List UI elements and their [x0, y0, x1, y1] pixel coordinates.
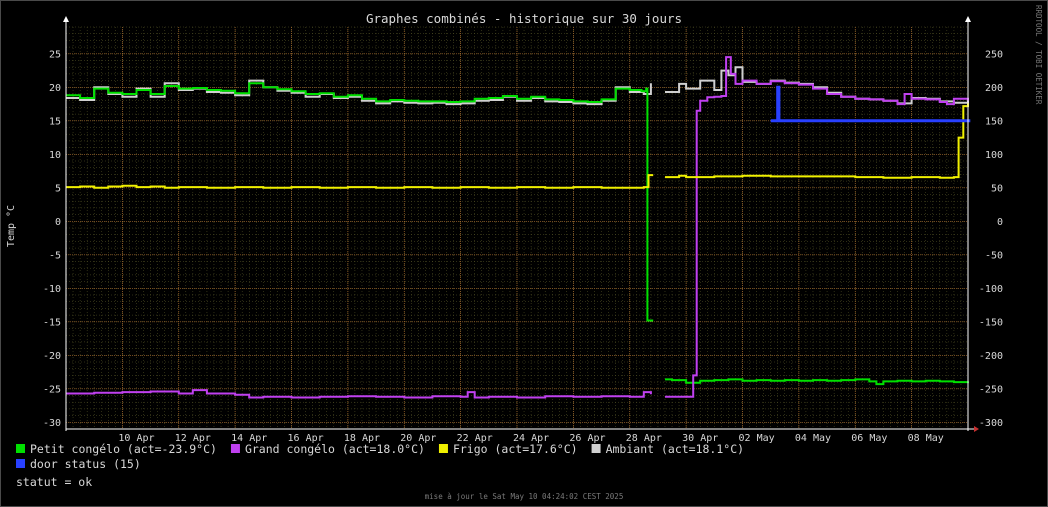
y-tick-label-left: -15	[43, 317, 61, 328]
legend-label-ambiant: Ambiant (act=18.1°C)	[606, 442, 744, 456]
legend-label-door-status: door status (15)	[30, 457, 141, 471]
y-tick-label-left: 25	[49, 49, 61, 60]
y-tick-label-left: -30	[43, 418, 61, 429]
y-tick-label-right: 50	[991, 183, 1003, 194]
y-tick-label-right: -100	[979, 284, 1003, 295]
y-tick-label-right: 200	[985, 83, 1003, 94]
legend-label-grand-cong-lo: Grand congélo (act=18.0°C)	[245, 442, 425, 456]
y-tick-label-right: -200	[979, 351, 1003, 362]
legend-swatch-frigo	[438, 444, 448, 453]
temperature-chart: 25 250 20 200 15 150 10 100 5 50 0 0 -5 -50 -10 -100 -15…	[6, 5, 1043, 501]
y-tick-label-left: 10	[49, 150, 61, 161]
y-tick-label-left: -10	[43, 284, 61, 295]
series-layer	[66, 56, 971, 399]
y-tick-label-right: 250	[985, 49, 1003, 60]
legend-swatch-petit-cong-lo	[16, 444, 25, 453]
footer-update-time: mise à jour le Sat May 10 04:24:02 CEST …	[425, 492, 624, 501]
tick-labels: 25 250 20 200 15 150 10 100 5 50 0 0 -5 -50 -10 -100 -15…	[43, 49, 1003, 444]
x-tick-label: 08 May	[908, 433, 944, 444]
legend-swatch-ambiant	[591, 444, 601, 453]
axes-layer	[63, 16, 979, 432]
series-line-door-status	[770, 85, 971, 123]
y-tick-label-right: 100	[985, 150, 1003, 161]
status-text: statut = ok	[16, 475, 92, 489]
y-tick-label-right: -250	[979, 384, 1003, 395]
y-tick-label-right: -50	[985, 250, 1003, 261]
legend-label-frigo: Frigo (act=17.6°C)	[453, 442, 578, 456]
legend: Petit congélo (act=-23.9°C) Grand congélo…	[16, 442, 744, 471]
y-tick-label-right: 150	[985, 116, 1003, 127]
y-tick-label-right: -150	[979, 317, 1003, 328]
rrdtool-side-label: RRDTOOL / TOBI OETIKER	[1034, 5, 1043, 105]
y-tick-label-left: -20	[43, 351, 61, 362]
y-tick-label-right: -300	[979, 418, 1003, 429]
y-axis-right-arrow	[965, 16, 971, 22]
legend-swatch-door-status	[16, 459, 25, 468]
legend-label-petit-cong-lo: Petit congélo (act=-23.9°C)	[30, 442, 217, 456]
y-tick-label-right: 0	[997, 217, 1003, 228]
legend-swatch-grand-cong-lo	[230, 444, 240, 453]
y-tick-label-left: -5	[49, 250, 61, 261]
y-axis-left-arrow	[63, 16, 69, 22]
y-axis-label: Temp °C	[6, 205, 17, 247]
chart-title: Graphes combinés - historique sur 30 jou…	[366, 11, 682, 26]
x-tick-label: 06 May	[851, 433, 887, 444]
x-tick-label: 04 May	[795, 433, 831, 444]
y-tick-label-left: -25	[43, 384, 61, 395]
y-tick-label-left: 15	[49, 116, 61, 127]
y-tick-label-left: 0	[55, 217, 61, 228]
y-tick-label-left: 5	[55, 183, 61, 194]
y-tick-label-left: 20	[49, 83, 61, 94]
